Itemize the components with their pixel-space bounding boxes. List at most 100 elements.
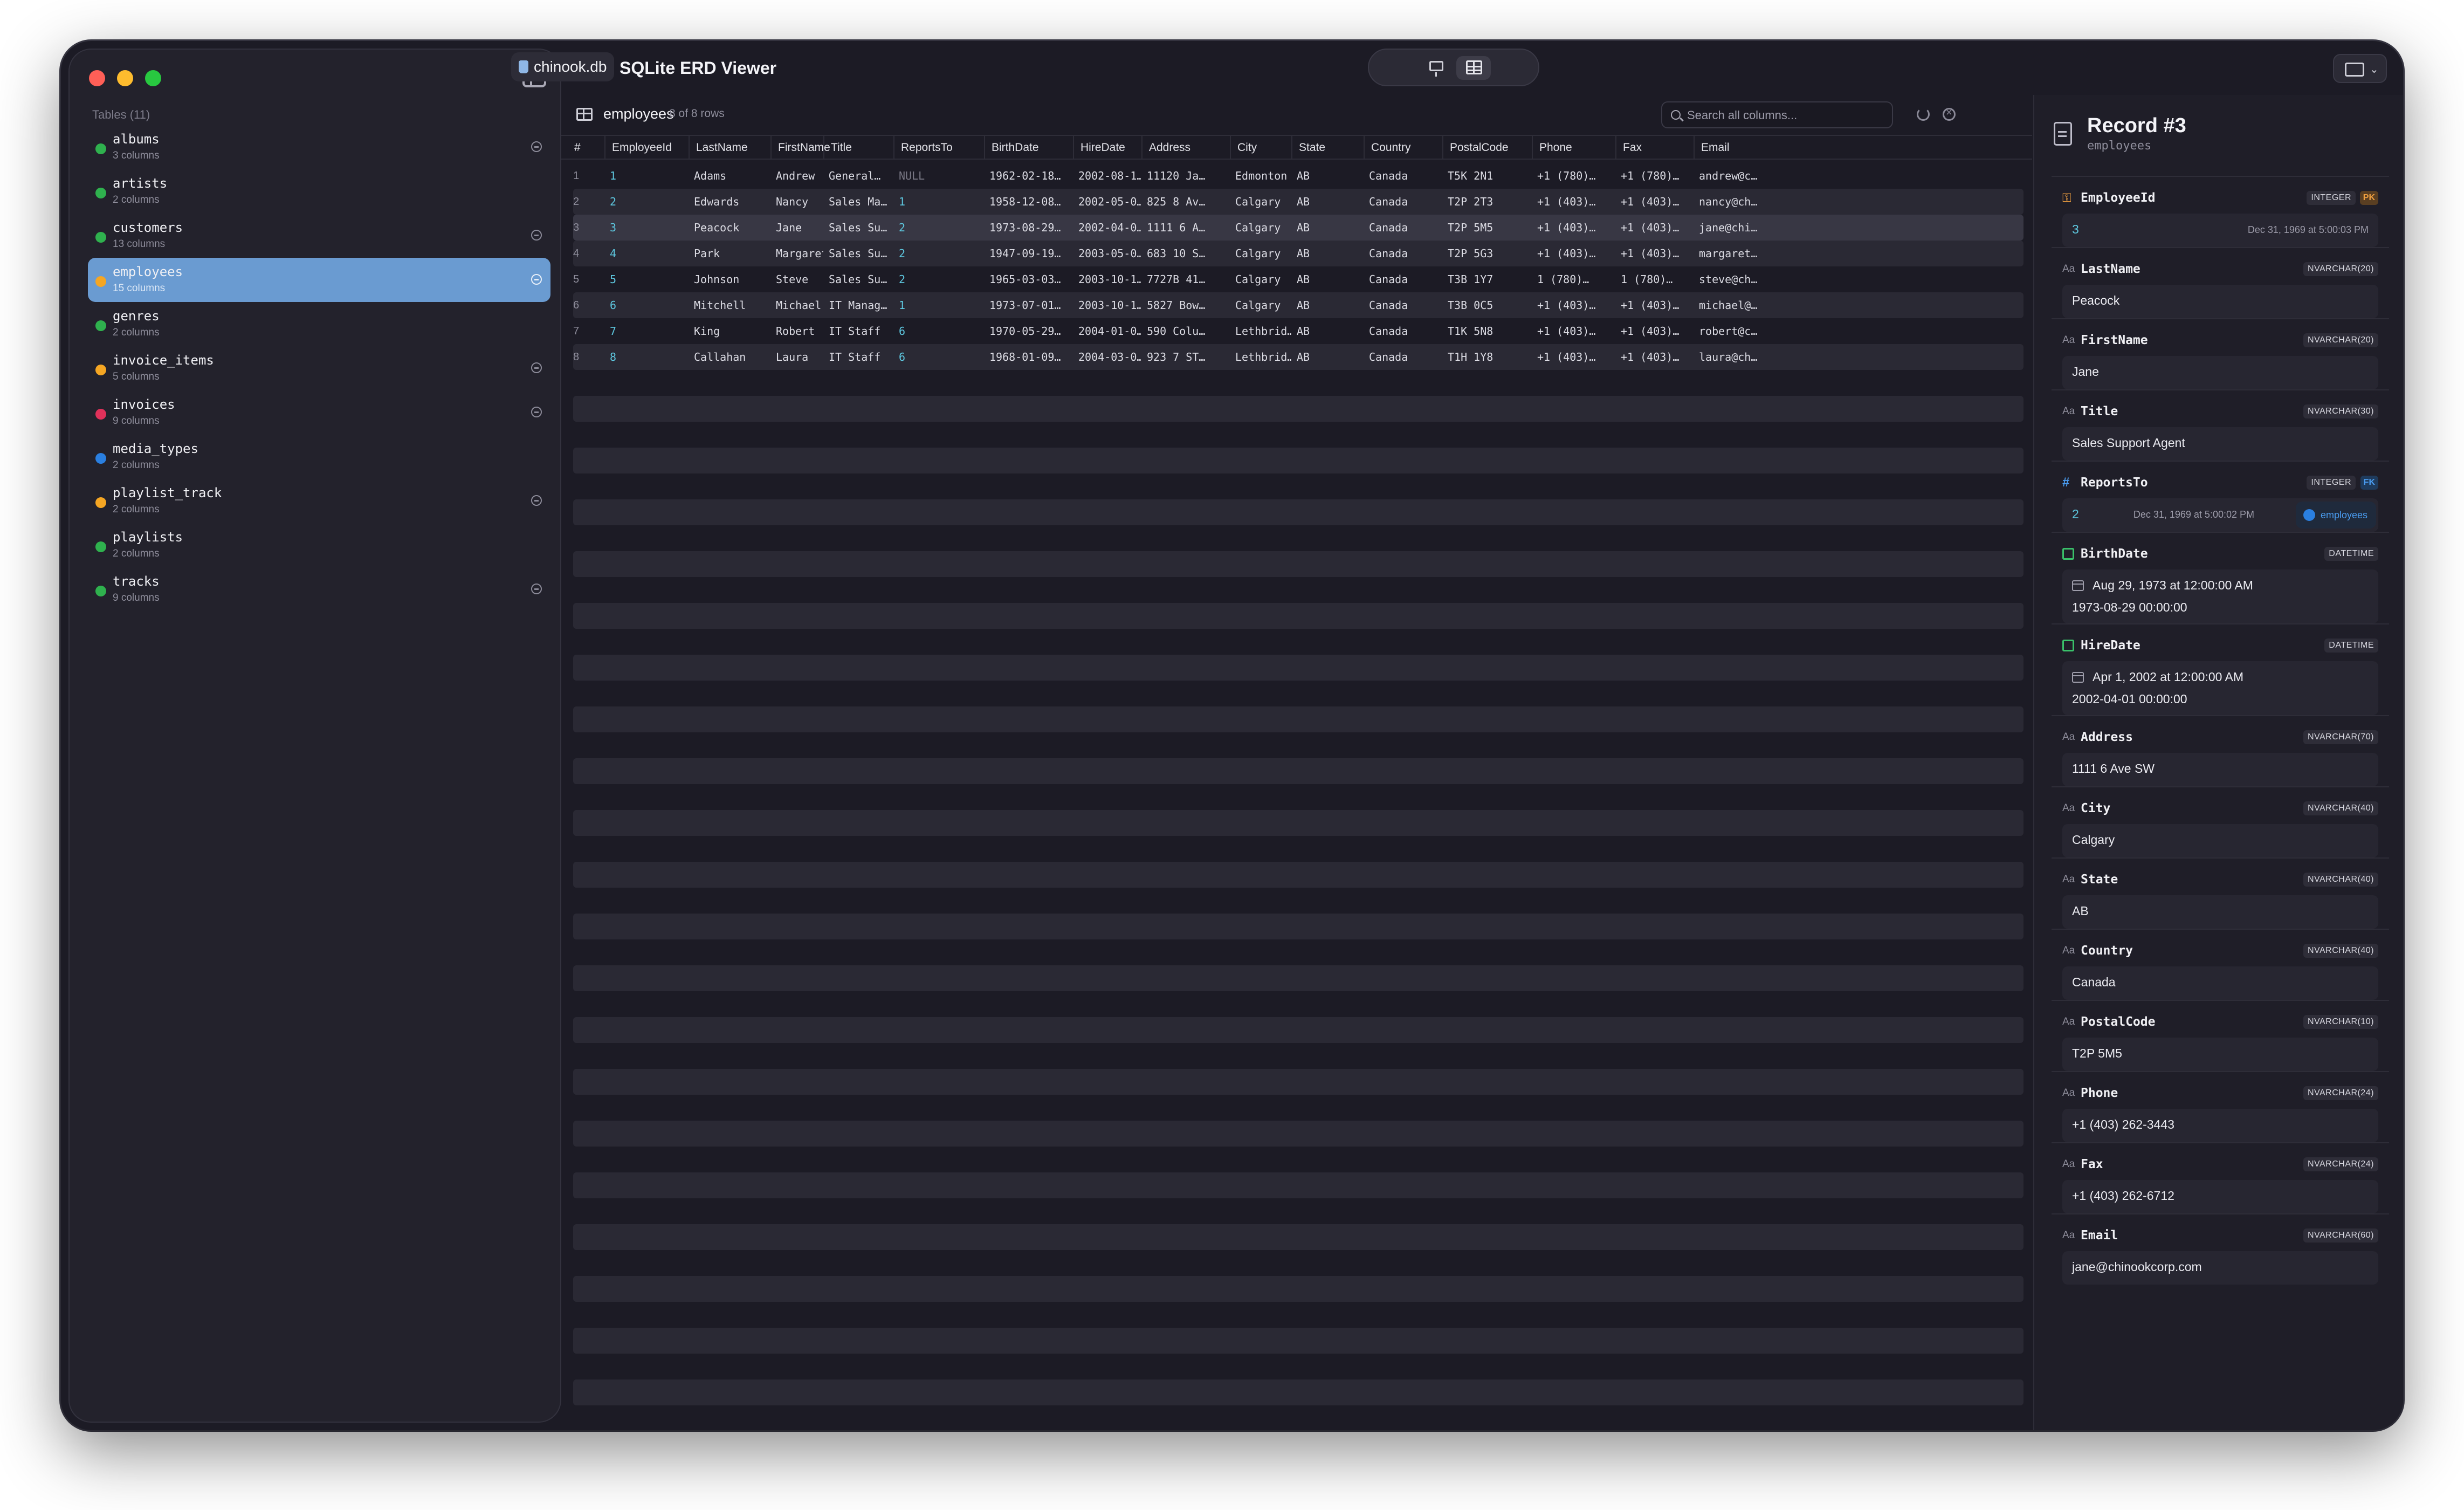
table-row[interactable]: 2 2 Edwards Nancy Sales Ma… 1 1958-12-08… 2002-… [573,189,2023,215]
table-cell[interactable]: 2004-03-0… [1073,344,1141,370]
table-cell[interactable]: Sales Su… [823,266,893,292]
open-database-button[interactable]: ⌄ [2333,54,2387,83]
table-cell[interactable]: 2 [893,266,984,292]
table-row[interactable]: 3 3 Peacock Jane Sales Su… 2 1973-08-29… 2002-0… [573,215,2023,241]
table-row[interactable]: 5 5 Johnson Steve Sales Su… 2 1965-03-03… 2003-… [573,266,2023,292]
table-cell[interactable]: 1968-01-09… [984,344,1073,370]
table-cell[interactable]: Sales Su… [823,215,893,241]
table-cell[interactable]: Calgary [1230,292,1291,318]
table-cell[interactable]: 1 [604,163,689,189]
column-header-phone[interactable]: Phone [1532,136,1615,160]
table-cell[interactable]: T1K 5N8 [1442,318,1532,344]
table-cell[interactable]: +1 (403)… [1532,215,1615,241]
sidebar-item-invoices[interactable]: invoices 9 columns [88,390,550,435]
sidebar-item-artists[interactable]: artists 2 columns [88,169,550,214]
table-cell[interactable]: +1 (403)… [1615,189,1694,215]
column-header-birthdate[interactable]: BirthDate [984,136,1073,160]
table-row[interactable]: 8 8 Callahan Laura IT Staff 6 1968-01-09… 2004-… [573,344,2023,370]
table-cell[interactable]: Margaret [770,241,823,266]
field-value[interactable]: 2 Dec 31, 1969 at 5:00:02 PM employees [2062,498,2378,532]
table-cell[interactable]: 4 [568,241,604,266]
table-cell[interactable]: 5 [604,266,689,292]
sidebar-item-invoice-items[interactable]: invoice_items 5 columns [88,346,550,390]
table-cell[interactable]: 1 [893,189,984,215]
field-value[interactable]: AB [2062,895,2378,929]
sidebar-item-genres[interactable]: genres 2 columns [88,302,550,346]
table-cell[interactable]: 3 [568,215,604,241]
field-value[interactable]: Aug 29, 1973 at 12:00:00 AM 1973-08-29 0… [2062,569,2378,623]
table-cell[interactable]: Edwards [689,189,770,215]
table-cell[interactable]: Robert [770,318,823,344]
column-header-index[interactable]: # [568,136,604,160]
table-cell[interactable]: +1 (403)… [1615,344,1694,370]
table-cell[interactable]: Calgary [1230,215,1291,241]
table-cell[interactable]: 2004-01-0… [1073,318,1141,344]
table-cell[interactable]: Canada [1364,318,1442,344]
table-cell[interactable]: Calgary [1230,241,1291,266]
table-cell[interactable]: Calgary [1230,266,1291,292]
field-value[interactable]: Calgary [2062,824,2378,857]
table-cell[interactable]: 4 [604,241,689,266]
table-cell[interactable]: IT Staff [823,318,893,344]
field-value[interactable]: +1 (403) 262-6712 [2062,1180,2378,1213]
table-cell[interactable]: 1970-05-29… [984,318,1073,344]
column-header-country[interactable]: Country [1364,136,1442,160]
sidebar-item-customers[interactable]: customers 13 columns [88,214,550,258]
relation-icon[interactable] [531,274,542,285]
table-cell[interactable]: 2 [893,215,984,241]
table-cell[interactable]: T5K 2N1 [1442,163,1532,189]
column-header-email[interactable]: Email [1694,136,1774,160]
table-cell[interactable]: Nancy [770,189,823,215]
table-cell[interactable]: +1 (780)… [1615,163,1694,189]
table-cell[interactable]: Lethbrid… [1230,318,1291,344]
table-cell[interactable]: Canada [1364,241,1442,266]
close-table-icon[interactable] [1943,107,1956,121]
table-cell[interactable]: 7727B 41… [1141,266,1230,292]
table-cell[interactable]: Adams [689,163,770,189]
table-cell[interactable]: +1 (403)… [1615,292,1694,318]
table-cell[interactable]: Callahan [689,344,770,370]
column-header-title[interactable]: Title [823,136,893,160]
table-cell[interactable]: 2 [604,189,689,215]
table-cell[interactable]: +1 (403)… [1615,241,1694,266]
column-header-postalcode[interactable]: PostalCode [1442,136,1532,160]
table-cell[interactable]: 5 [568,266,604,292]
table-cell[interactable]: 6 [893,318,984,344]
table-cell[interactable]: 1965-03-03… [984,266,1073,292]
table-cell[interactable]: Mitchell [689,292,770,318]
table-cell[interactable]: 1 [893,292,984,318]
table-cell[interactable]: Canada [1364,215,1442,241]
table-cell[interactable]: Steve [770,266,823,292]
table-cell[interactable]: Sales Ma… [823,189,893,215]
table-cell[interactable]: IT Staff [823,344,893,370]
table-cell[interactable]: 8 [568,344,604,370]
table-cell[interactable]: 11120 Ja… [1141,163,1230,189]
sidebar-item-playlist-track[interactable]: playlist_track 2 columns [88,479,550,523]
table-cell[interactable]: AB [1291,241,1364,266]
table-cell[interactable]: Canada [1364,344,1442,370]
table-cell[interactable]: michael@… [1694,292,1774,318]
table-cell[interactable]: Canada [1364,189,1442,215]
table-cell[interactable]: 2002-05-0… [1073,189,1141,215]
table-cell[interactable]: T2P 5G3 [1442,241,1532,266]
field-value[interactable]: Canada [2062,966,2378,1000]
table-cell[interactable]: 8 [604,344,689,370]
diagram-view-button[interactable] [1419,56,1453,80]
table-cell[interactable]: laura@ch… [1694,344,1774,370]
search-input[interactable] [1687,107,1887,124]
column-header-address[interactable]: Address [1141,136,1230,160]
table-cell[interactable]: AB [1291,163,1364,189]
table-cell[interactable]: 683 10 S… [1141,241,1230,266]
field-value[interactable]: 1111 6 Ave SW [2062,753,2378,786]
relation-icon[interactable] [531,362,542,373]
table-cell[interactable]: +1 (403)… [1532,241,1615,266]
column-header-state[interactable]: State [1291,136,1364,160]
table-cell[interactable]: 7 [568,318,604,344]
table-cell[interactable]: T2P 5M5 [1442,215,1532,241]
field-value[interactable]: Sales Support Agent [2062,427,2378,461]
table-cell[interactable]: NULL [893,163,984,189]
table-cell[interactable]: IT Manag… [823,292,893,318]
table-cell[interactable]: margaret… [1694,241,1774,266]
table-cell[interactable]: +1 (403)… [1532,318,1615,344]
table-cell[interactable]: General… [823,163,893,189]
